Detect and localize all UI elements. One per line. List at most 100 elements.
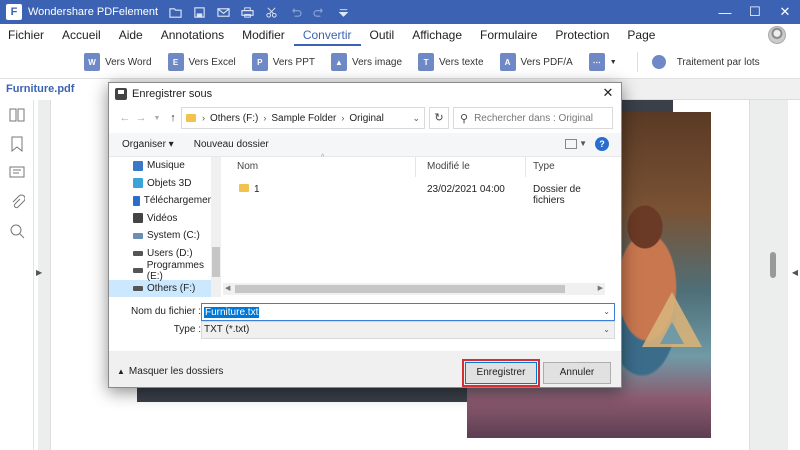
column-name[interactable]: Nom (237, 157, 258, 177)
forward-button[interactable]: → (133, 112, 149, 124)
dropdown-icon[interactable] (331, 0, 355, 24)
to-text-button[interactable]: T Vers texte (418, 53, 484, 71)
scissors-icon[interactable] (259, 0, 283, 24)
dialog-title-bar: Enregistrer sous (109, 83, 621, 105)
to-ppt-button[interactable]: P Vers PPT (251, 53, 315, 71)
nav-label: Programmes (E:) (146, 259, 204, 282)
minimize-button[interactable]: — (710, 0, 740, 24)
menu-accueil[interactable]: Accueil (53, 24, 110, 46)
menu-protection[interactable]: Protection (546, 24, 618, 46)
breadcrumb-drive[interactable]: Others (F:) (210, 113, 258, 124)
column-separator[interactable] (415, 157, 416, 177)
expand-left-icon[interactable]: ▶ (36, 268, 42, 277)
menu-formulaire[interactable]: Formulaire (471, 24, 546, 46)
scroll-right-icon[interactable]: ▶ (598, 283, 603, 295)
breadcrumb-original[interactable]: Original (349, 113, 383, 124)
drive-icon (133, 268, 143, 274)
address-bar[interactable]: › Others (F:) › Sample Folder › Original… (181, 107, 425, 129)
redo-icon[interactable] (307, 0, 331, 24)
nav-item-others-f[interactable]: Others (F:) (109, 279, 221, 297)
breadcrumb-separator: › (341, 113, 345, 123)
organize-button[interactable]: Organiser ▾ (122, 139, 174, 150)
folder-icon (239, 184, 249, 192)
mail-icon[interactable] (211, 0, 235, 24)
thumbnails-icon[interactable] (0, 100, 34, 129)
chevron-down-icon[interactable]: ⌄ (412, 113, 420, 124)
to-pdfa-label: Vers PDF/A (520, 56, 573, 68)
maximize-button[interactable]: ☐ (740, 0, 770, 24)
to-image-button[interactable]: ▲ Vers image (331, 53, 402, 71)
save-icon[interactable] (187, 0, 211, 24)
text-icon: T (418, 53, 435, 71)
dialog-footer: ▲ Masquer les dossiers Enregistrer Annule… (109, 351, 621, 387)
dialog-app-icon (115, 88, 127, 100)
document-scrollbar[interactable] (770, 252, 776, 278)
menu-fichier[interactable]: Fichier (0, 24, 53, 46)
refresh-button[interactable]: ↻ (429, 107, 449, 129)
comment-icon[interactable] (0, 158, 34, 187)
more-formats-button[interactable]: ⋯ ▼ (588, 53, 617, 71)
search-input[interactable]: ⚲ Rechercher dans : Original (453, 107, 613, 129)
to-ppt-label: Vers PPT (272, 56, 315, 68)
dialog-close-button[interactable]: ✕ (601, 86, 615, 100)
save-button[interactable]: Enregistrer (462, 359, 540, 387)
column-type[interactable]: Type (533, 157, 555, 177)
to-excel-button[interactable]: E Vers Excel (167, 53, 236, 71)
filetype-select[interactable]: TXT (*.txt) ⌄ (201, 321, 615, 339)
help-button[interactable]: ? (595, 137, 609, 151)
filetype-row: Type : TXT (*.txt) ⌄ (109, 321, 621, 339)
column-separator[interactable] (525, 157, 526, 177)
menu-aide[interactable]: Aide (110, 24, 152, 46)
menu-affichage[interactable]: Affichage (403, 24, 471, 46)
nav-label: Musique (147, 160, 185, 172)
command-bar: Organiser ▾ Nouveau dossier ▼ ? (109, 133, 621, 157)
nav-item-objets-3d[interactable]: Objets 3D (109, 175, 221, 193)
scroll-left-icon[interactable]: ◀ (225, 283, 230, 295)
menu-annotations[interactable]: Annotations (152, 24, 233, 46)
file-list-hscroll[interactable]: ◀ ▶ (223, 283, 605, 295)
nav-item-telechargements[interactable]: Téléchargements (109, 192, 221, 210)
print-icon[interactable] (235, 0, 259, 24)
tab-furniture-pdf[interactable]: Furniture.pdf (0, 79, 110, 100)
undo-icon[interactable] (283, 0, 307, 24)
back-button[interactable]: ← (117, 112, 133, 124)
nav-scroll-thumb[interactable] (212, 247, 220, 277)
folder-icon[interactable] (163, 0, 187, 24)
search-icon[interactable] (0, 216, 34, 245)
bookmark-icon[interactable] (0, 129, 34, 158)
to-excel-label: Vers Excel (188, 56, 236, 68)
nav-scrollbar[interactable] (211, 157, 221, 297)
chevron-down-icon[interactable]: ⌄ (603, 322, 610, 338)
to-pdfa-button[interactable]: A Vers PDF/A (499, 53, 573, 71)
chevron-down-icon[interactable]: ▼ (579, 139, 587, 148)
download-icon (133, 195, 140, 206)
breadcrumb-sample-folder[interactable]: Sample Folder (271, 113, 336, 124)
nav-item-system-c[interactable]: System (C:) (109, 227, 221, 245)
menu-outil[interactable]: Outil (361, 24, 404, 46)
column-modified[interactable]: Modifié le (427, 157, 470, 177)
cancel-button[interactable]: Annuler (543, 362, 611, 384)
avatar[interactable] (768, 26, 786, 44)
menu-modifier[interactable]: Modifier (233, 24, 294, 46)
menu-page[interactable]: Page (618, 24, 664, 46)
attachment-icon[interactable] (0, 187, 34, 216)
chevron-down-icon[interactable]: ⌄ (603, 304, 610, 320)
new-folder-button[interactable]: Nouveau dossier (194, 139, 269, 150)
nav-item-programmes-e[interactable]: Programmes (E:) (109, 259, 221, 282)
view-options-icon[interactable] (565, 139, 577, 149)
recent-locations-button[interactable]: ▼ (149, 115, 165, 122)
nav-item-musique[interactable]: Musique (109, 157, 221, 175)
table-row[interactable]: 1 23/02/2021 04:00 Dossier de fichiers (231, 181, 613, 206)
up-folder-button[interactable]: ↑ (165, 112, 181, 124)
hide-folders-button[interactable]: ▲ Masquer les dossiers (117, 366, 223, 377)
word-icon: W (84, 53, 100, 71)
close-button[interactable]: ✕ (770, 0, 800, 24)
nav-item-videos[interactable]: Vidéos (109, 210, 221, 228)
expand-right-icon[interactable]: ◀ (792, 268, 798, 277)
hscroll-thumb[interactable] (235, 285, 565, 293)
filename-field[interactable]: Furniture.txt ⌄ (201, 303, 615, 321)
menu-convertir[interactable]: Convertir (293, 24, 361, 46)
batch-process-button[interactable]: Traitement par lots (651, 55, 760, 69)
dialog-title: Enregistrer sous (132, 88, 213, 100)
to-word-button[interactable]: W Vers Word (84, 53, 152, 71)
